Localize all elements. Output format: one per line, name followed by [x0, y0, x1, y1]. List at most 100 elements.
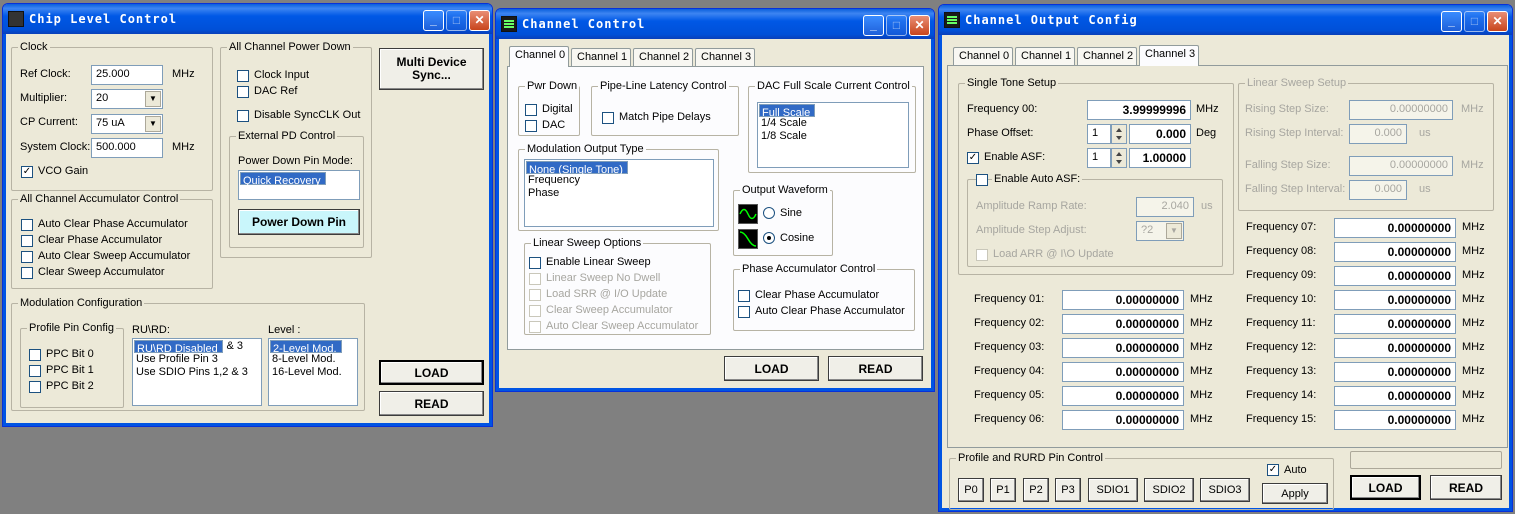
clear-phase-checkbox[interactable]	[21, 235, 33, 247]
power-down-mode-list[interactable]: Quick Recovery Full Power Down	[238, 170, 360, 200]
output-title-bar[interactable]: Channel Output Config _ □ ✕	[939, 5, 1512, 35]
tab-channel-2[interactable]: Channel 2	[1077, 47, 1137, 65]
phase-offset-spinner[interactable]	[1111, 124, 1127, 144]
enable-linear-sweep-checkbox[interactable]	[529, 257, 541, 269]
ref-clock-input[interactable]: 25.000	[91, 65, 163, 85]
read-button[interactable]: READ	[828, 356, 923, 381]
list-item[interactable]: Use SDIO Pins 1,2 & 3	[134, 366, 260, 379]
list-item[interactable]: None (Single Tone)	[526, 161, 628, 176]
frequency-05-input[interactable]: 0.00000000	[1062, 386, 1184, 406]
list-item[interactable]: Quick Recovery	[240, 172, 326, 187]
apply-button[interactable]: Apply	[1262, 483, 1328, 504]
channel-title-bar[interactable]: Channel Control _ □ ✕	[496, 9, 934, 39]
dac-checkbox[interactable]	[525, 120, 537, 132]
frequency-11-input[interactable]: 0.00000000	[1334, 314, 1456, 334]
ppc-bit0-checkbox[interactable]	[29, 349, 41, 361]
frequency-02-input[interactable]: 0.00000000	[1062, 314, 1184, 334]
multi-device-sync-button[interactable]: Multi Device Sync...	[379, 48, 484, 90]
dac-ref-checkbox[interactable]	[237, 86, 249, 98]
status-field	[1350, 451, 1502, 469]
power-down-pin-button[interactable]: Power Down Pin	[238, 209, 360, 235]
frequency-12-input[interactable]: 0.00000000	[1334, 338, 1456, 358]
frequency-14-input[interactable]: 0.00000000	[1334, 386, 1456, 406]
enable-asf-checkbox[interactable]: ✓	[967, 152, 979, 164]
frequency-09-input[interactable]: 0.00000000	[1334, 266, 1456, 286]
p2-button[interactable]: P2	[1023, 478, 1049, 502]
load-arr-checkbox	[976, 249, 988, 261]
clock-input-checkbox[interactable]	[237, 70, 249, 82]
asf-input[interactable]: 1.00000	[1129, 148, 1191, 168]
disable-syncclk-checkbox[interactable]	[237, 110, 249, 122]
tab-channel-3[interactable]: Channel 3	[695, 48, 755, 66]
chip-level-window: Chip Level Control _ □ ✕ Clock Ref Clock…	[2, 3, 493, 427]
cosine-radio[interactable]	[763, 232, 775, 244]
read-button[interactable]: READ	[1430, 475, 1502, 500]
minimize-icon[interactable]: _	[863, 15, 884, 36]
tab-channel-0[interactable]: Channel 0	[953, 47, 1013, 65]
cp-current-select[interactable]: 75 uA ▼	[91, 114, 163, 134]
load-button[interactable]: LOAD	[724, 356, 819, 381]
phase-offset-input[interactable]: 0.000	[1129, 124, 1191, 144]
frequency-06-input[interactable]: 0.00000000	[1062, 410, 1184, 430]
sdio3-button[interactable]: SDIO3	[1200, 478, 1250, 502]
close-icon[interactable]: ✕	[469, 10, 490, 31]
close-icon[interactable]: ✕	[1487, 11, 1508, 32]
load-button[interactable]: LOAD	[1350, 475, 1421, 500]
list-item[interactable]: Full Scale	[759, 104, 816, 119]
auto-clear-sweep-checkbox[interactable]	[21, 251, 33, 263]
frequency-13-input[interactable]: 0.00000000	[1334, 362, 1456, 382]
tab-channel-1[interactable]: Channel 1	[1015, 47, 1075, 65]
frequency-01-input[interactable]: 0.00000000	[1062, 290, 1184, 310]
auto-clear-phase-checkbox[interactable]	[21, 219, 33, 231]
digital-checkbox[interactable]	[525, 104, 537, 116]
ppc-bit2-checkbox[interactable]	[29, 381, 41, 393]
system-clock-input[interactable]: 500.000	[91, 138, 163, 158]
ppc-bit1-checkbox[interactable]	[29, 365, 41, 377]
dac-scale-list[interactable]: Full Scale 1/2 Scale 1/4 Scale 1/8 Scale	[757, 102, 909, 168]
sdio1-button[interactable]: SDIO1	[1088, 478, 1138, 502]
modulation-type-list[interactable]: None (Single Tone) Amplitude Frequency P…	[524, 159, 714, 227]
chip-title-bar[interactable]: Chip Level Control _ □ ✕	[3, 4, 492, 34]
vco-gain-checkbox[interactable]: ✓	[21, 166, 33, 178]
frequency-04-input[interactable]: 0.00000000	[1062, 362, 1184, 382]
minimize-icon[interactable]: _	[423, 10, 444, 31]
list-item[interactable]: 2-Level Mod.	[270, 340, 342, 355]
clear-phase-acc-checkbox[interactable]	[738, 290, 750, 302]
ramp-rate-input: 2.040	[1136, 197, 1194, 217]
frequency-00-input[interactable]: 3.99999996	[1087, 100, 1191, 120]
asf-spin-value[interactable]: 1	[1087, 148, 1111, 168]
list-item[interactable]: Phase	[526, 187, 712, 200]
clear-sweep-checkbox[interactable]	[21, 267, 33, 279]
tab-channel-3[interactable]: Channel 3	[1139, 45, 1199, 66]
auto-clear-phase-acc-checkbox[interactable]	[738, 306, 750, 318]
rurd-list[interactable]: RU\RD Disabled Use Profile Pins 2 & 3 Us…	[132, 338, 262, 406]
minimize-icon[interactable]: _	[1441, 11, 1462, 32]
list-item[interactable]: 16-Level Mod.	[270, 366, 356, 379]
level-list[interactable]: 2-Level Mod. 4-Level Mod. 8-Level Mod. 1…	[268, 338, 358, 406]
read-button[interactable]: READ	[379, 391, 484, 416]
phase-offset-spin-value[interactable]: 1	[1087, 124, 1111, 144]
frequency-10-input[interactable]: 0.00000000	[1334, 290, 1456, 310]
multiplier-select[interactable]: 20 ▼	[91, 89, 163, 109]
sdio2-button[interactable]: SDIO2	[1144, 478, 1194, 502]
p3-button[interactable]: P3	[1055, 478, 1081, 502]
tab-channel-2[interactable]: Channel 2	[633, 48, 693, 66]
match-pipe-delays-checkbox[interactable]	[602, 112, 614, 124]
load-button[interactable]: LOAD	[379, 360, 484, 385]
tab-channel-1[interactable]: Channel 1	[571, 48, 631, 66]
frequency-07-input[interactable]: 0.00000000	[1334, 218, 1456, 238]
list-item[interactable]: RU\RD Disabled	[134, 340, 223, 355]
frequency-label: Frequency 11:	[1246, 317, 1316, 329]
frequency-03-input[interactable]: 0.00000000	[1062, 338, 1184, 358]
enable-auto-asf-checkbox[interactable]	[976, 174, 988, 186]
frequency-15-input[interactable]: 0.00000000	[1334, 410, 1456, 430]
asf-spinner[interactable]	[1111, 148, 1127, 168]
auto-checkbox[interactable]: ✓	[1267, 464, 1279, 476]
frequency-08-input[interactable]: 0.00000000	[1334, 242, 1456, 262]
p1-button[interactable]: P1	[990, 478, 1016, 502]
p0-button[interactable]: P0	[958, 478, 984, 502]
tab-channel-0[interactable]: Channel 0	[509, 46, 569, 67]
list-item[interactable]: 1/8 Scale	[759, 130, 907, 143]
close-icon[interactable]: ✕	[909, 15, 930, 36]
sine-radio[interactable]	[763, 207, 775, 219]
